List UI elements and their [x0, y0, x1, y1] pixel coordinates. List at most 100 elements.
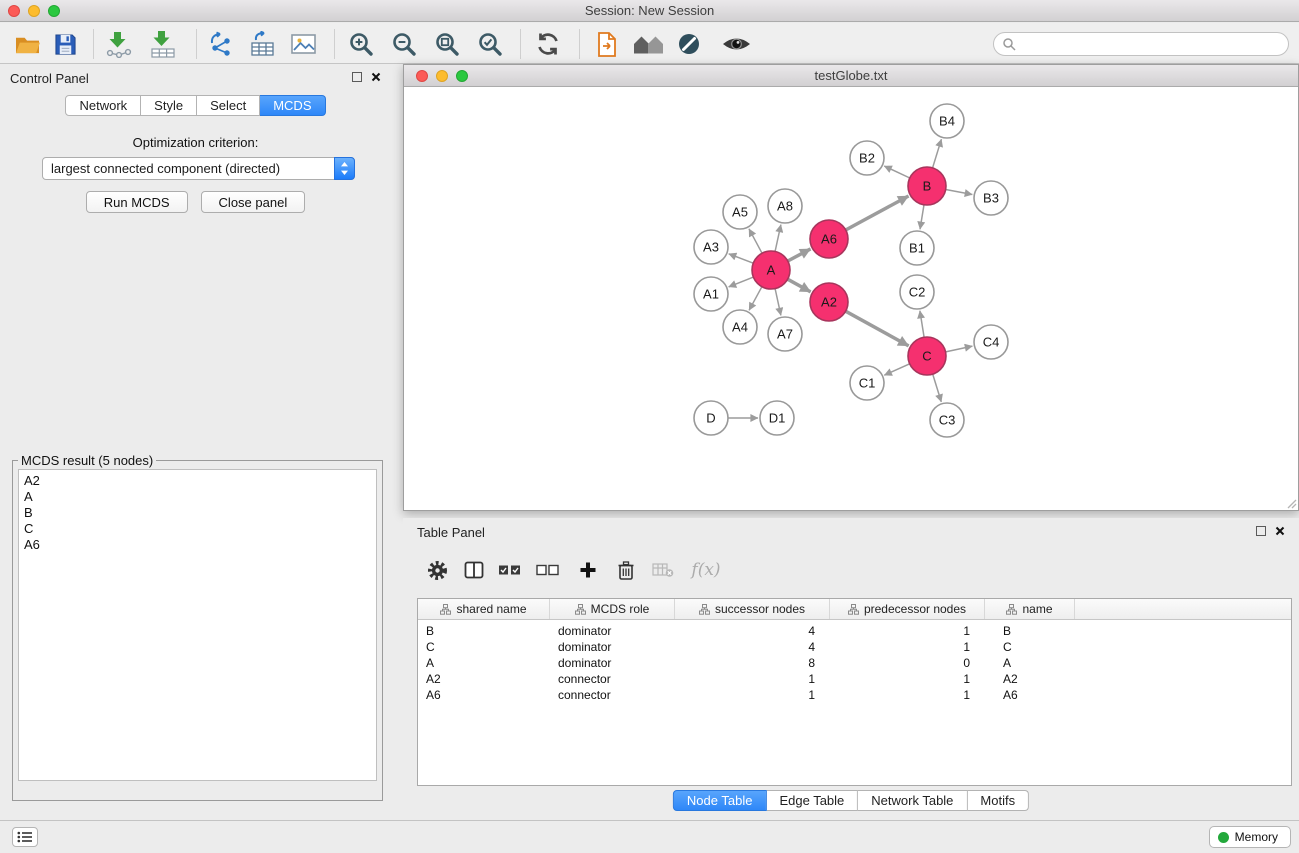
table-cell[interactable]: 0	[830, 655, 985, 671]
home-button[interactable]	[630, 30, 666, 58]
table-cell[interactable]: 4	[675, 639, 830, 655]
table-cell[interactable]: A6	[985, 687, 1075, 703]
column-header-shared-name[interactable]: shared name	[418, 599, 550, 619]
table-cell[interactable]: connector	[550, 687, 675, 703]
new-table-button[interactable]	[247, 30, 277, 58]
edge-B-B2[interactable]	[884, 166, 910, 178]
table-cell[interactable]: connector	[550, 671, 675, 687]
table-cell[interactable]: 8	[675, 655, 830, 671]
column-header-name[interactable]: name	[985, 599, 1075, 619]
edge-A-A8[interactable]	[775, 225, 781, 252]
zoom-fit-button[interactable]	[432, 30, 462, 58]
tab-style[interactable]: Style	[141, 95, 197, 116]
result-item[interactable]: B	[24, 505, 371, 521]
apply-layout-button[interactable]	[533, 30, 563, 58]
memory-button[interactable]: Memory	[1209, 826, 1291, 848]
result-item[interactable]: A2	[24, 473, 371, 489]
table-cell[interactable]: A	[418, 655, 550, 671]
add-column-button[interactable]	[574, 556, 602, 584]
search-input[interactable]	[1020, 34, 1288, 54]
edge-A-A1[interactable]	[729, 277, 754, 287]
close-panel-button[interactable]: Close panel	[201, 191, 306, 213]
show-hide-button[interactable]	[718, 30, 754, 58]
edge-A-A6[interactable]	[788, 249, 811, 261]
criterion-dropdown[interactable]: largest connected component (directed)	[42, 157, 355, 180]
task-history-button[interactable]	[12, 827, 38, 847]
float-table-panel-button[interactable]	[1256, 526, 1266, 536]
open-file-button[interactable]	[12, 30, 42, 58]
close-table-panel-icon[interactable]	[1275, 526, 1285, 536]
table-row[interactable]: A6connector11A6	[418, 687, 1291, 703]
zoom-in-button[interactable]	[346, 30, 376, 58]
table-row[interactable]: Adominator80A	[418, 655, 1291, 671]
edge-C-C1[interactable]	[884, 364, 909, 375]
edge-C-C2[interactable]	[920, 311, 924, 337]
result-item[interactable]: A	[24, 489, 371, 505]
network-canvas[interactable]: AA1A2A3A4A5A6A7A8BB1B2B3B4CC1C2C3C4DD1	[404, 88, 1298, 510]
edge-A6-B[interactable]	[846, 196, 909, 230]
result-item[interactable]: A6	[24, 537, 371, 553]
delete-column-button[interactable]	[612, 556, 640, 584]
run-mcds-button[interactable]: Run MCDS	[86, 191, 188, 213]
table-cell[interactable]: 1	[830, 687, 985, 703]
function-builder-button[interactable]: f(x)	[688, 556, 724, 584]
edge-B-B3[interactable]	[946, 190, 973, 195]
tab-node-table[interactable]: Node Table	[673, 790, 767, 811]
select-all-button[interactable]	[496, 556, 524, 584]
table-cell[interactable]: A2	[985, 671, 1075, 687]
edge-A-A2[interactable]	[788, 279, 811, 292]
tab-motifs[interactable]: Motifs	[967, 790, 1029, 811]
table-row[interactable]: Bdominator41B	[418, 623, 1291, 639]
import-table-button[interactable]	[148, 30, 178, 58]
edge-A-A5[interactable]	[749, 229, 762, 253]
table-row[interactable]: Cdominator41C	[418, 639, 1291, 655]
table-settings-button[interactable]	[423, 556, 451, 584]
table-row[interactable]: A2connector11A2	[418, 671, 1291, 687]
table-cell[interactable]: 1	[830, 671, 985, 687]
column-header-successor-nodes[interactable]: successor nodes	[675, 599, 830, 619]
tab-select[interactable]: Select	[197, 95, 260, 116]
table-cell[interactable]: B	[985, 623, 1075, 639]
tab-network[interactable]: Network	[65, 95, 141, 116]
save-session-button[interactable]	[50, 30, 80, 58]
table-cell[interactable]: A6	[418, 687, 550, 703]
close-panel-icon[interactable]	[371, 72, 381, 82]
edge-C-C3[interactable]	[933, 374, 942, 402]
import-table-disabled-button[interactable]	[649, 556, 677, 584]
show-columns-button[interactable]	[460, 556, 488, 584]
tab-edge-table[interactable]: Edge Table	[766, 790, 858, 811]
table-cell[interactable]: 1	[830, 623, 985, 639]
edge-C-C4[interactable]	[946, 346, 973, 352]
edge-A-A4[interactable]	[749, 287, 762, 311]
edge-A-A7[interactable]	[775, 289, 781, 316]
zoom-selected-button[interactable]	[475, 30, 505, 58]
resize-grip-icon[interactable]	[1285, 497, 1297, 509]
table-cell[interactable]: 1	[675, 671, 830, 687]
column-header-MCDS-role[interactable]: MCDS role	[550, 599, 675, 619]
zoom-out-button[interactable]	[389, 30, 419, 58]
new-network-button[interactable]	[206, 30, 236, 58]
open-session-button[interactable]	[592, 30, 622, 58]
edge-B-B1[interactable]	[920, 205, 924, 229]
table-cell[interactable]: C	[418, 639, 550, 655]
table-cell[interactable]: 1	[675, 687, 830, 703]
export-image-button[interactable]	[289, 30, 319, 58]
table-cell[interactable]: dominator	[550, 639, 675, 655]
edge-A2-C[interactable]	[846, 311, 909, 346]
deselect-all-button[interactable]	[534, 556, 562, 584]
tab-network-table[interactable]: Network Table	[858, 790, 967, 811]
float-panel-button[interactable]	[352, 72, 362, 82]
tab-mcds[interactable]: MCDS	[260, 95, 325, 116]
edge-A-A3[interactable]	[729, 254, 754, 263]
table-cell[interactable]: dominator	[550, 623, 675, 639]
table-cell[interactable]: A2	[418, 671, 550, 687]
table-cell[interactable]: A	[985, 655, 1075, 671]
table-cell[interactable]: dominator	[550, 655, 675, 671]
column-header-predecessor-nodes[interactable]: predecessor nodes	[830, 599, 985, 619]
edge-B-B4[interactable]	[933, 139, 942, 168]
table-cell[interactable]: 1	[830, 639, 985, 655]
table-cell[interactable]: B	[418, 623, 550, 639]
table-cell[interactable]: 4	[675, 623, 830, 639]
result-item[interactable]: C	[24, 521, 371, 537]
import-network-button[interactable]	[104, 30, 134, 58]
